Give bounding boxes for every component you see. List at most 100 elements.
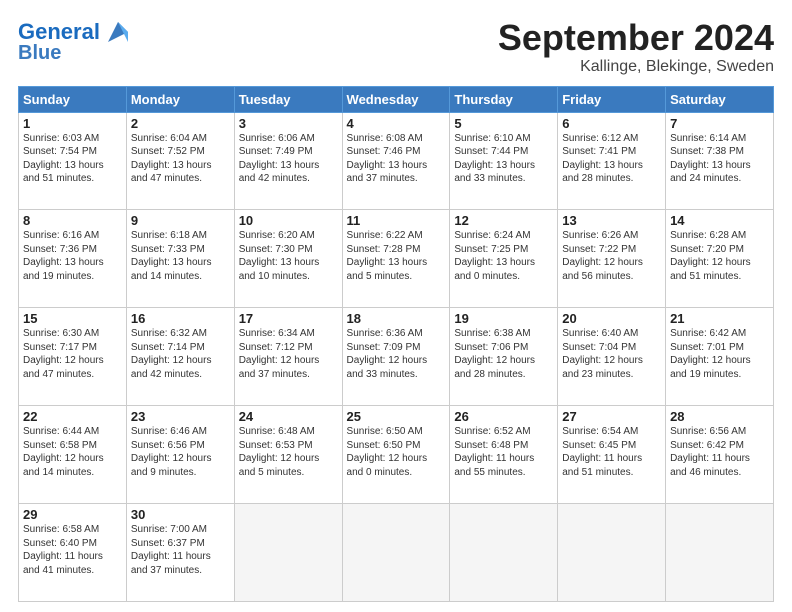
day-info: Sunrise: 6:54 AM Sunset: 6:45 PM Dayligh…: [562, 425, 661, 479]
location-title: Kallinge, Blekinge, Sweden: [498, 58, 774, 76]
day-number: 11: [347, 213, 446, 228]
table-row: 27Sunrise: 6:54 AM Sunset: 6:45 PM Dayli…: [558, 406, 666, 504]
table-row: 17Sunrise: 6:34 AM Sunset: 7:12 PM Dayli…: [234, 308, 342, 406]
day-number: 25: [347, 409, 446, 424]
day-info: Sunrise: 6:44 AM Sunset: 6:58 PM Dayligh…: [23, 425, 122, 479]
day-number: 6: [562, 116, 661, 131]
table-row: 22Sunrise: 6:44 AM Sunset: 6:58 PM Dayli…: [19, 406, 127, 504]
calendar-week-row: 29Sunrise: 6:58 AM Sunset: 6:40 PM Dayli…: [19, 504, 774, 602]
page: General Blue September 2024 Kallinge, Bl…: [0, 0, 792, 612]
day-info: Sunrise: 6:58 AM Sunset: 6:40 PM Dayligh…: [23, 523, 122, 577]
day-number: 3: [239, 116, 338, 131]
day-number: 12: [454, 213, 553, 228]
table-row: 14Sunrise: 6:28 AM Sunset: 7:20 PM Dayli…: [666, 210, 774, 308]
table-row: [558, 504, 666, 602]
col-friday: Friday: [558, 86, 666, 112]
day-info: Sunrise: 6:26 AM Sunset: 7:22 PM Dayligh…: [562, 229, 661, 283]
calendar-header-row: Sunday Monday Tuesday Wednesday Thursday…: [19, 86, 774, 112]
logo-line2: Blue: [18, 42, 61, 64]
day-number: 19: [454, 311, 553, 326]
day-info: Sunrise: 6:06 AM Sunset: 7:49 PM Dayligh…: [239, 132, 338, 186]
logo-text: General: [18, 20, 100, 44]
day-info: Sunrise: 6:12 AM Sunset: 7:41 PM Dayligh…: [562, 132, 661, 186]
day-number: 26: [454, 409, 553, 424]
day-number: 18: [347, 311, 446, 326]
table-row: 2Sunrise: 6:04 AM Sunset: 7:52 PM Daylig…: [126, 112, 234, 210]
month-title: September 2024: [498, 18, 774, 58]
day-info: Sunrise: 6:52 AM Sunset: 6:48 PM Dayligh…: [454, 425, 553, 479]
logo: General Blue: [18, 18, 132, 64]
day-number: 1: [23, 116, 122, 131]
day-info: Sunrise: 6:16 AM Sunset: 7:36 PM Dayligh…: [23, 229, 122, 283]
day-number: 15: [23, 311, 122, 326]
col-sunday: Sunday: [19, 86, 127, 112]
day-number: 24: [239, 409, 338, 424]
day-info: Sunrise: 6:20 AM Sunset: 7:30 PM Dayligh…: [239, 229, 338, 283]
day-info: Sunrise: 6:32 AM Sunset: 7:14 PM Dayligh…: [131, 327, 230, 381]
day-info: Sunrise: 6:18 AM Sunset: 7:33 PM Dayligh…: [131, 229, 230, 283]
table-row: 5Sunrise: 6:10 AM Sunset: 7:44 PM Daylig…: [450, 112, 558, 210]
day-number: 23: [131, 409, 230, 424]
calendar-week-row: 8Sunrise: 6:16 AM Sunset: 7:36 PM Daylig…: [19, 210, 774, 308]
col-wednesday: Wednesday: [342, 86, 450, 112]
col-tuesday: Tuesday: [234, 86, 342, 112]
table-row: 26Sunrise: 6:52 AM Sunset: 6:48 PM Dayli…: [450, 406, 558, 504]
calendar-week-row: 22Sunrise: 6:44 AM Sunset: 6:58 PM Dayli…: [19, 406, 774, 504]
day-number: 10: [239, 213, 338, 228]
table-row: 18Sunrise: 6:36 AM Sunset: 7:09 PM Dayli…: [342, 308, 450, 406]
day-number: 16: [131, 311, 230, 326]
table-row: 16Sunrise: 6:32 AM Sunset: 7:14 PM Dayli…: [126, 308, 234, 406]
table-row: 7Sunrise: 6:14 AM Sunset: 7:38 PM Daylig…: [666, 112, 774, 210]
table-row: [342, 504, 450, 602]
table-row: 20Sunrise: 6:40 AM Sunset: 7:04 PM Dayli…: [558, 308, 666, 406]
calendar-week-row: 15Sunrise: 6:30 AM Sunset: 7:17 PM Dayli…: [19, 308, 774, 406]
day-number: 13: [562, 213, 661, 228]
day-info: Sunrise: 6:03 AM Sunset: 7:54 PM Dayligh…: [23, 132, 122, 186]
table-row: [234, 504, 342, 602]
day-number: 4: [347, 116, 446, 131]
table-row: 15Sunrise: 6:30 AM Sunset: 7:17 PM Dayli…: [19, 308, 127, 406]
day-number: 22: [23, 409, 122, 424]
col-monday: Monday: [126, 86, 234, 112]
table-row: 13Sunrise: 6:26 AM Sunset: 7:22 PM Dayli…: [558, 210, 666, 308]
table-row: 3Sunrise: 6:06 AM Sunset: 7:49 PM Daylig…: [234, 112, 342, 210]
table-row: 1Sunrise: 6:03 AM Sunset: 7:54 PM Daylig…: [19, 112, 127, 210]
table-row: 28Sunrise: 6:56 AM Sunset: 6:42 PM Dayli…: [666, 406, 774, 504]
day-number: 29: [23, 507, 122, 522]
table-row: 9Sunrise: 6:18 AM Sunset: 7:33 PM Daylig…: [126, 210, 234, 308]
day-info: Sunrise: 6:30 AM Sunset: 7:17 PM Dayligh…: [23, 327, 122, 381]
table-row: 4Sunrise: 6:08 AM Sunset: 7:46 PM Daylig…: [342, 112, 450, 210]
title-block: September 2024 Kallinge, Blekinge, Swede…: [498, 18, 774, 76]
table-row: 30Sunrise: 7:00 AM Sunset: 6:37 PM Dayli…: [126, 504, 234, 602]
col-thursday: Thursday: [450, 86, 558, 112]
day-info: Sunrise: 6:46 AM Sunset: 6:56 PM Dayligh…: [131, 425, 230, 479]
calendar-week-row: 1Sunrise: 6:03 AM Sunset: 7:54 PM Daylig…: [19, 112, 774, 210]
day-info: Sunrise: 6:50 AM Sunset: 6:50 PM Dayligh…: [347, 425, 446, 479]
table-row: 19Sunrise: 6:38 AM Sunset: 7:06 PM Dayli…: [450, 308, 558, 406]
day-number: 8: [23, 213, 122, 228]
day-info: Sunrise: 6:42 AM Sunset: 7:01 PM Dayligh…: [670, 327, 769, 381]
col-saturday: Saturday: [666, 86, 774, 112]
day-info: Sunrise: 6:36 AM Sunset: 7:09 PM Dayligh…: [347, 327, 446, 381]
day-number: 2: [131, 116, 230, 131]
day-number: 28: [670, 409, 769, 424]
table-row: 8Sunrise: 6:16 AM Sunset: 7:36 PM Daylig…: [19, 210, 127, 308]
day-number: 30: [131, 507, 230, 522]
day-number: 27: [562, 409, 661, 424]
day-info: Sunrise: 7:00 AM Sunset: 6:37 PM Dayligh…: [131, 523, 230, 577]
day-number: 9: [131, 213, 230, 228]
header: General Blue September 2024 Kallinge, Bl…: [18, 18, 774, 76]
day-info: Sunrise: 6:22 AM Sunset: 7:28 PM Dayligh…: [347, 229, 446, 283]
table-row: 21Sunrise: 6:42 AM Sunset: 7:01 PM Dayli…: [666, 308, 774, 406]
day-info: Sunrise: 6:04 AM Sunset: 7:52 PM Dayligh…: [131, 132, 230, 186]
table-row: [450, 504, 558, 602]
day-info: Sunrise: 6:34 AM Sunset: 7:12 PM Dayligh…: [239, 327, 338, 381]
day-info: Sunrise: 6:28 AM Sunset: 7:20 PM Dayligh…: [670, 229, 769, 283]
day-info: Sunrise: 6:56 AM Sunset: 6:42 PM Dayligh…: [670, 425, 769, 479]
table-row: 24Sunrise: 6:48 AM Sunset: 6:53 PM Dayli…: [234, 406, 342, 504]
calendar-table: Sunday Monday Tuesday Wednesday Thursday…: [18, 86, 774, 602]
table-row: 11Sunrise: 6:22 AM Sunset: 7:28 PM Dayli…: [342, 210, 450, 308]
table-row: 23Sunrise: 6:46 AM Sunset: 6:56 PM Dayli…: [126, 406, 234, 504]
table-row: 10Sunrise: 6:20 AM Sunset: 7:30 PM Dayli…: [234, 210, 342, 308]
day-info: Sunrise: 6:48 AM Sunset: 6:53 PM Dayligh…: [239, 425, 338, 479]
